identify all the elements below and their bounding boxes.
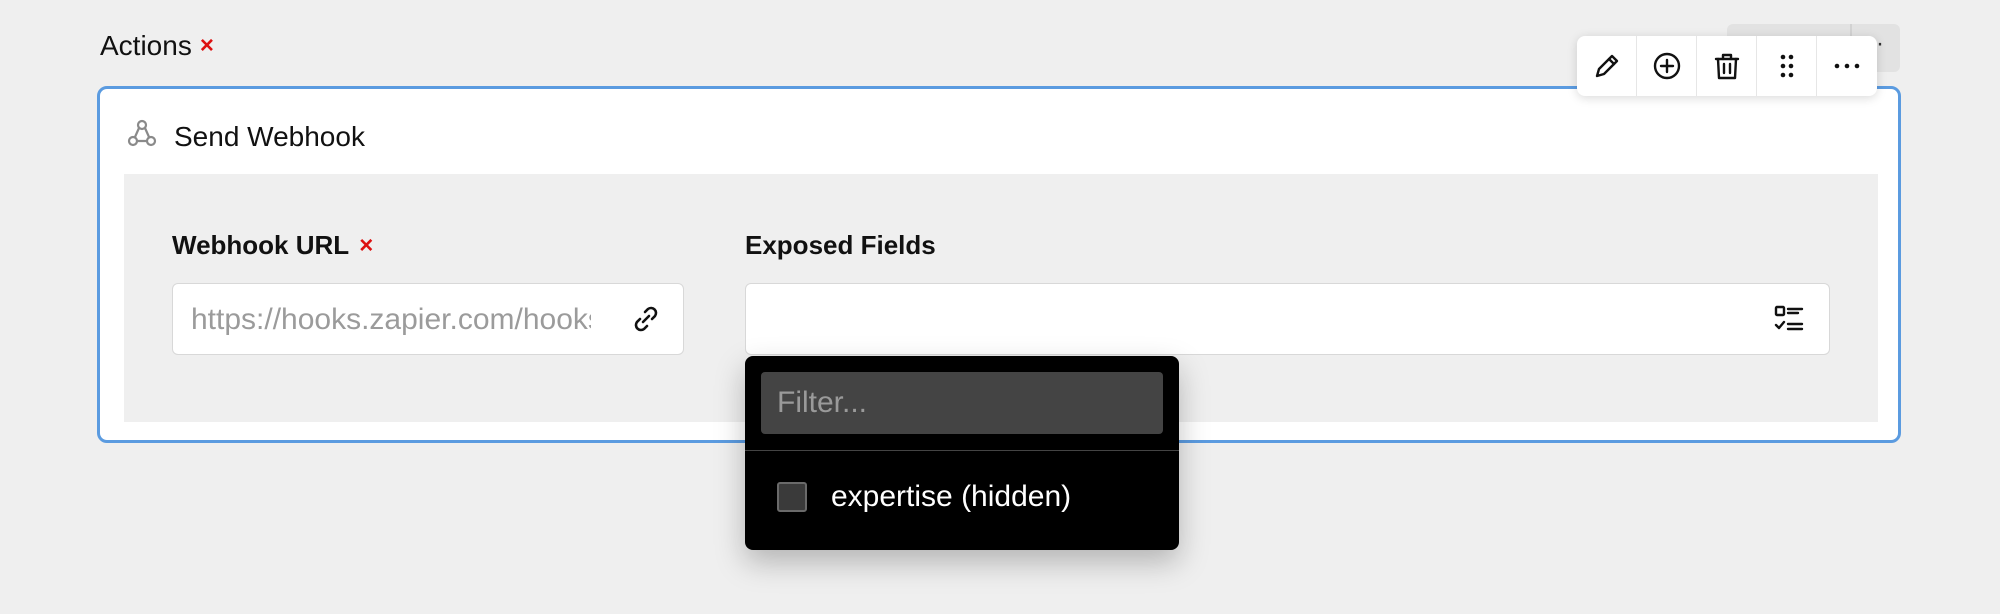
option-checkbox[interactable] xyxy=(777,482,807,512)
exposed-fields-label: Exposed Fields xyxy=(745,230,936,261)
section-title-text: Actions xyxy=(100,30,192,61)
edit-button[interactable] xyxy=(1577,36,1637,96)
webhook-url-field[interactable] xyxy=(172,283,684,355)
filter-input[interactable] xyxy=(761,372,1163,434)
link-icon[interactable] xyxy=(629,302,663,336)
card-header: Send Webhook xyxy=(126,117,365,156)
webhook-icon xyxy=(126,117,158,156)
trash-icon xyxy=(1714,53,1739,80)
webhook-url-input[interactable] xyxy=(189,284,593,354)
exposed-fields-dropdown: expertise (hidden) xyxy=(745,356,1179,550)
required-mark: × xyxy=(199,32,214,59)
ellipsis-icon xyxy=(1834,63,1860,69)
dropdown-divider xyxy=(745,450,1179,451)
exposed-fields-select[interactable] xyxy=(745,283,1830,355)
exposed-fields-label-text: Exposed Fields xyxy=(745,230,936,260)
add-button[interactable] xyxy=(1637,36,1697,96)
delete-button[interactable] xyxy=(1697,36,1757,96)
block-toolbar xyxy=(1577,36,1877,96)
checklist-icon[interactable] xyxy=(1772,302,1806,336)
plus-circle-icon xyxy=(1653,52,1680,80)
card-title: Send Webhook xyxy=(174,120,365,152)
option-label: expertise (hidden) xyxy=(831,480,1072,513)
section-title: Actions × xyxy=(100,30,214,62)
webhook-url-label-text: Webhook URL xyxy=(172,230,350,260)
webhook-url-required-mark: × xyxy=(359,231,374,259)
pencil-icon xyxy=(1595,54,1618,78)
webhook-url-label: Webhook URL × xyxy=(172,230,373,261)
dropdown-option[interactable]: expertise (hidden) xyxy=(777,480,1071,514)
grip-dots-icon xyxy=(1780,54,1793,78)
more-button[interactable] xyxy=(1817,36,1877,96)
drag-handle[interactable] xyxy=(1757,36,1817,96)
